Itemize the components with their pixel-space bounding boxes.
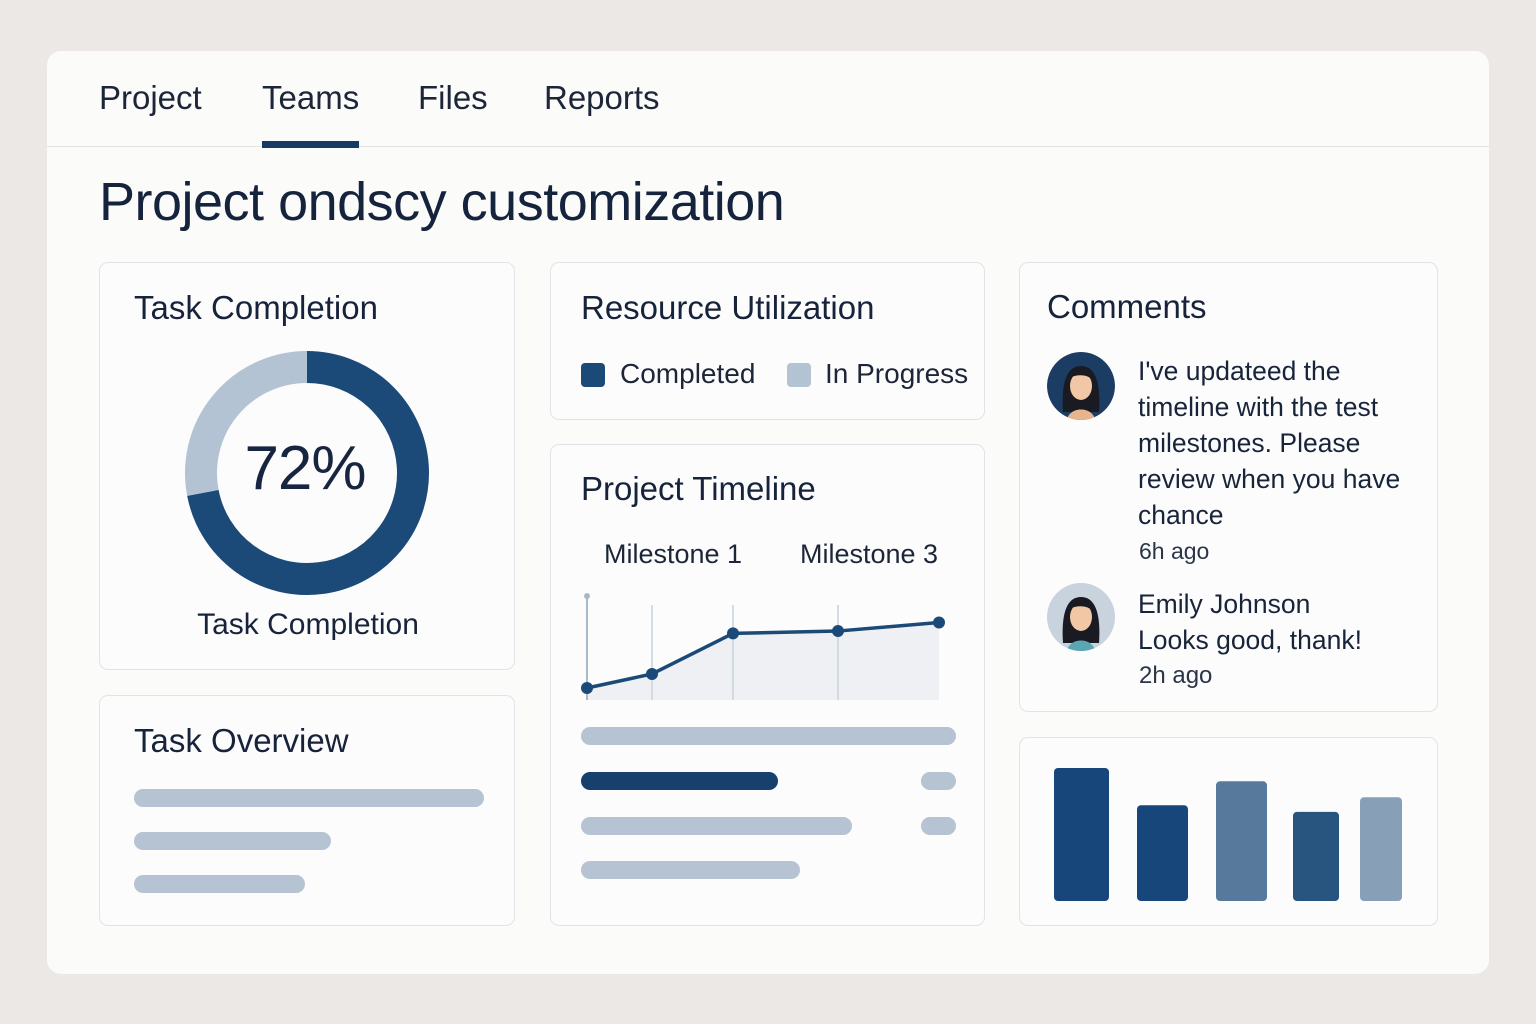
bar[interactable] bbox=[1216, 781, 1267, 901]
resource-utilization-title: Resource Utilization bbox=[581, 289, 875, 326]
timeline-progress-bar bbox=[581, 772, 778, 790]
timeline-placeholder-bar bbox=[581, 861, 800, 879]
avatar[interactable] bbox=[1047, 352, 1115, 420]
bar-chart-card bbox=[1019, 737, 1438, 926]
project-timeline-title: Project Timeline bbox=[581, 470, 816, 507]
task-completion-percent: 72% bbox=[244, 434, 366, 503]
comment-text: Looks good, thank! bbox=[1138, 625, 1362, 655]
tab-files[interactable]: Files bbox=[418, 79, 488, 147]
tab-project[interactable]: Project bbox=[99, 79, 202, 147]
milestone-label: Milestone 1 bbox=[604, 539, 743, 569]
task-completion-title: Task Completion bbox=[134, 289, 378, 326]
task-overview-placeholder-bar bbox=[134, 875, 305, 893]
tab-teams[interactable]: Teams bbox=[262, 79, 360, 148]
comments-title: Comments bbox=[1047, 288, 1207, 325]
tab-bar: Project Teams Files Reports bbox=[47, 51, 1489, 148]
tab-reports[interactable]: Reports bbox=[544, 79, 660, 147]
timeline-placeholder-bar bbox=[581, 817, 852, 835]
user-avatar-icon bbox=[1047, 352, 1115, 420]
app-window: Project Teams Files Reports Project onds… bbox=[47, 51, 1489, 974]
timeline-point[interactable] bbox=[581, 682, 593, 694]
legend-label-in-progress: In Progress bbox=[825, 358, 969, 389]
timeline-placeholder-chip bbox=[921, 817, 956, 835]
timeline-chart bbox=[581, 593, 945, 700]
bar[interactable] bbox=[1137, 805, 1188, 901]
task-overview-title: Task Overview bbox=[134, 722, 349, 759]
bar[interactable] bbox=[1293, 811, 1339, 901]
task-completion-caption: Task Completion bbox=[197, 608, 419, 641]
bar-chart bbox=[1054, 768, 1402, 901]
legend-swatch-completed bbox=[581, 363, 605, 387]
avatar[interactable] bbox=[1047, 583, 1115, 651]
milestone-label: Milestone 3 bbox=[800, 539, 939, 569]
legend-swatch-in-progress bbox=[787, 363, 811, 387]
timeline-point[interactable] bbox=[832, 625, 844, 638]
page-title: Project ondscy customization bbox=[99, 172, 785, 232]
timeline-placeholder-bar bbox=[581, 727, 956, 745]
bar[interactable] bbox=[1360, 797, 1402, 901]
timeline-point[interactable] bbox=[933, 616, 945, 629]
timeline-point[interactable] bbox=[646, 667, 658, 680]
project-timeline-card: Project Timeline Milestone 1 Milestone 3 bbox=[550, 444, 985, 926]
task-overview-placeholder-bar bbox=[134, 832, 331, 850]
comment-time: 6h ago bbox=[1139, 538, 1210, 564]
comment-text: I've updateed the timeline with the test… bbox=[1138, 356, 1401, 530]
legend-label-completed: Completed bbox=[620, 358, 756, 389]
timeline-point[interactable] bbox=[727, 627, 739, 640]
comments-card: Comments I've updateed the timeline with… bbox=[1019, 262, 1438, 712]
comment-time: 2h ago bbox=[1139, 662, 1213, 689]
timeline-placeholder-chip bbox=[921, 772, 956, 790]
user-avatar-icon bbox=[1047, 583, 1115, 651]
resource-utilization-card: Resource Utilization Completed In Progre… bbox=[550, 262, 985, 420]
bar[interactable] bbox=[1054, 768, 1109, 901]
task-overview-card: Task Overview bbox=[99, 695, 515, 926]
task-completion-card: Task Completion 72% Task Completion bbox=[99, 262, 515, 670]
axis-end-marker bbox=[584, 593, 590, 599]
task-overview-placeholder-bar bbox=[134, 789, 484, 807]
comment-author: Emily Johnson bbox=[1138, 589, 1311, 619]
